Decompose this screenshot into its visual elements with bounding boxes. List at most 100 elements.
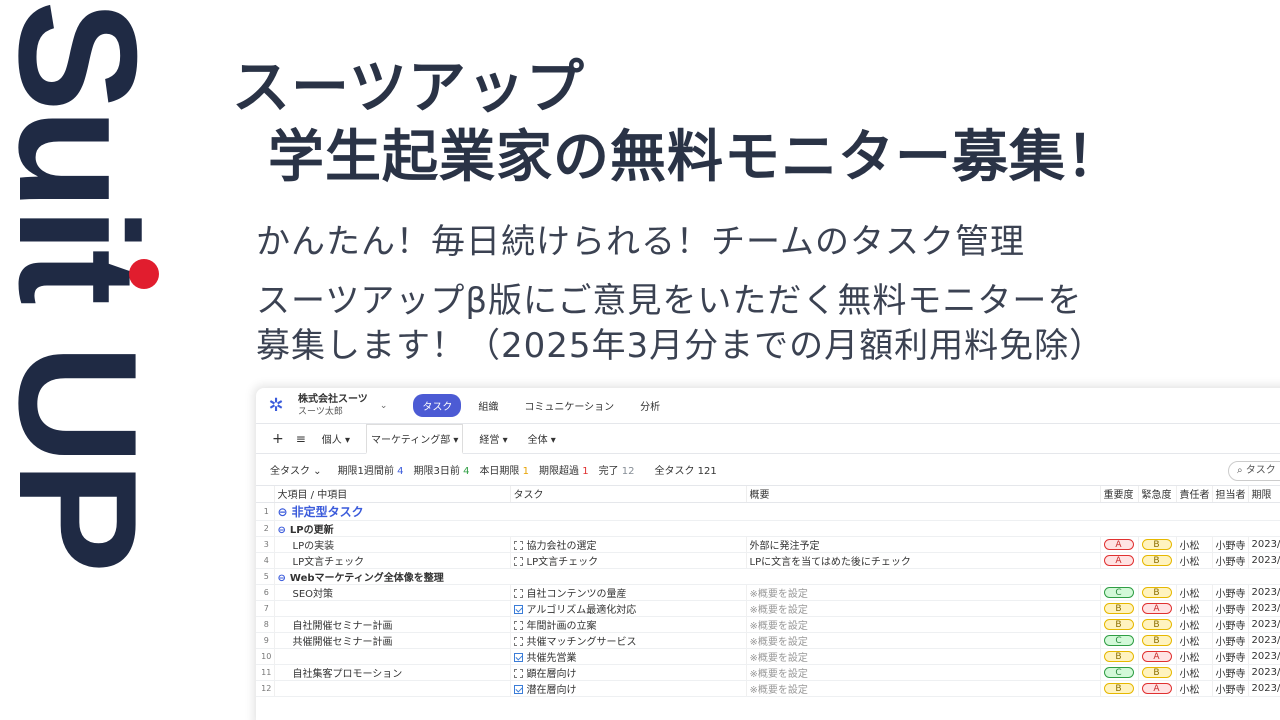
due-cell[interactable]: 2023/03 xyxy=(1248,552,1280,569)
importance-cell[interactable]: A xyxy=(1100,552,1139,569)
task-cell[interactable]: 顕在層向け xyxy=(510,664,747,681)
col-category[interactable]: 大項目 / 中項目 xyxy=(274,486,511,503)
status-today[interactable]: 本日期限 1 xyxy=(479,462,529,477)
importance-cell[interactable]: B xyxy=(1100,648,1139,665)
owner-cell[interactable]: 小松 xyxy=(1176,680,1213,697)
filter-all[interactable]: 全体 ▾ xyxy=(524,425,560,452)
status-week[interactable]: 期限1週間前 4 xyxy=(338,462,404,477)
table-row[interactable]: 7 アルゴリズム最適化対応 ※概要を設定BA 小松小野寺2023/03 xyxy=(256,600,1280,617)
due-cell[interactable]: 2023/03 xyxy=(1248,600,1280,617)
assignee-cell[interactable]: 小野寺 xyxy=(1212,552,1249,569)
filter-management[interactable]: 経営 ▾ xyxy=(475,425,511,452)
owner-cell[interactable]: 小松 xyxy=(1176,536,1213,553)
owner-cell[interactable]: 小松 xyxy=(1176,584,1213,601)
importance-cell[interactable]: C xyxy=(1100,632,1139,649)
due-cell[interactable]: 2023/03 xyxy=(1248,632,1280,649)
nav-organization[interactable]: 組織 xyxy=(469,394,507,417)
table-row[interactable]: 6SEO対策 自社コンテンツの量産 ※概要を設定CB 小松小野寺2023/03 xyxy=(256,584,1280,601)
owner-cell[interactable]: 小松 xyxy=(1176,616,1213,633)
assignee-cell[interactable]: 小野寺 xyxy=(1212,536,1249,553)
task-cell[interactable]: アルゴリズム最適化対応 xyxy=(510,600,747,617)
task-checkbox[interactable] xyxy=(513,636,523,646)
owner-cell[interactable]: 小松 xyxy=(1176,552,1213,569)
owner-cell[interactable]: 小松 xyxy=(1176,664,1213,681)
collapse-icon[interactable]: ⊖ xyxy=(278,573,286,584)
col-importance[interactable]: 重要度 xyxy=(1100,486,1139,503)
due-cell[interactable]: 2023/03 xyxy=(1248,664,1280,681)
col-task[interactable]: タスク xyxy=(510,486,747,503)
summary-cell[interactable]: 外部に発注予定 xyxy=(746,536,1101,553)
add-icon[interactable]: + xyxy=(272,431,284,447)
task-cell[interactable]: 協力会社の選定 xyxy=(510,536,747,553)
task-checkbox[interactable] xyxy=(513,604,523,614)
task-checkbox[interactable] xyxy=(513,620,523,630)
col-summary[interactable]: 概要 xyxy=(746,486,1101,503)
category-cell[interactable]: LP文言チェック xyxy=(274,552,511,569)
due-cell[interactable]: 2023/03 xyxy=(1248,536,1280,553)
summary-cell[interactable]: ※概要を設定 xyxy=(746,584,1101,601)
group-label[interactable]: ⊖ LPの更新 xyxy=(274,520,1280,537)
summary-cell[interactable]: ※概要を設定 xyxy=(746,616,1101,633)
search-input[interactable]: ⌕ タスク xyxy=(1228,461,1280,481)
category-cell[interactable]: 自社開催セミナー計画 xyxy=(274,616,511,633)
importance-cell[interactable]: A xyxy=(1100,536,1139,553)
nav-tasks[interactable]: タスク xyxy=(413,394,462,417)
task-cell[interactable]: LP文言チェック xyxy=(510,552,747,569)
assignee-cell[interactable]: 小野寺 xyxy=(1212,648,1249,665)
category-cell[interactable] xyxy=(274,600,511,617)
filter-personal[interactable]: 個人 ▾ xyxy=(318,425,354,452)
assignee-cell[interactable]: 小野寺 xyxy=(1212,616,1249,633)
table-row[interactable]: 4 LP文言チェック LP文言チェック LPに文言を当てはめた後にチェック A B 小松 小野… xyxy=(256,552,1280,569)
table-row[interactable]: 5 ⊖ Webマーケティング全体像を整理 xyxy=(256,568,1280,585)
table-row[interactable]: 3LPの実装 協力会社の選定 外部に発注予定AB 小松小野寺2023/03 xyxy=(256,536,1280,553)
urgency-cell[interactable]: A xyxy=(1138,648,1177,665)
assignee-cell[interactable]: 小野寺 xyxy=(1212,664,1249,681)
table-row[interactable]: 11自社集客プロモーション 顕在層向け ※概要を設定CB 小松小野寺2023/03 xyxy=(256,664,1280,681)
nav-communication[interactable]: コミュニケーション xyxy=(515,394,623,417)
category-cell[interactable]: 自社集客プロモーション xyxy=(274,664,511,681)
task-cell[interactable]: 潜在層向け xyxy=(510,680,747,697)
assignee-cell[interactable]: 小野寺 xyxy=(1212,680,1249,697)
urgency-cell[interactable]: B xyxy=(1138,632,1177,649)
owner-cell[interactable]: 小松 xyxy=(1176,648,1213,665)
category-cell[interactable]: LPの実装 xyxy=(274,536,511,553)
table-row[interactable]: 1 ⊖ 非定型タスク xyxy=(256,502,1280,521)
category-cell[interactable] xyxy=(274,680,511,697)
urgency-cell[interactable]: B xyxy=(1138,552,1177,569)
table-row[interactable]: 8自社開催セミナー計画年間計画の立案※概要を設定BB小松小野寺2023/03 xyxy=(256,616,1280,633)
company-switcher[interactable]: 株式会社スーツ スーツ太郎 xyxy=(298,394,368,418)
summary-cell[interactable]: ※概要を設定 xyxy=(746,680,1101,697)
assignee-cell[interactable]: 小野寺 xyxy=(1212,600,1249,617)
table-row[interactable]: 12 潜在層向け ※概要を設定BA 小松小野寺2023/03 xyxy=(256,680,1280,697)
task-cell[interactable]: 自社コンテンツの量産 xyxy=(510,584,747,601)
owner-cell[interactable]: 小松 xyxy=(1176,632,1213,649)
urgency-cell[interactable]: B xyxy=(1138,536,1177,553)
urgency-cell[interactable]: A xyxy=(1138,600,1177,617)
urgency-cell[interactable]: A xyxy=(1138,680,1177,697)
task-cell[interactable]: 共催先営業 xyxy=(510,648,747,665)
urgency-cell[interactable]: B xyxy=(1138,616,1177,633)
importance-cell[interactable]: C xyxy=(1100,584,1139,601)
status-done[interactable]: 完了 12 xyxy=(599,462,635,477)
table-row[interactable]: 9 共催開催セミナー計画 共催マッチングサービス ※概要を設定 C B 小松 小野寺 2023/… xyxy=(256,632,1280,649)
col-assignee[interactable]: 担当者 xyxy=(1212,486,1249,503)
summary-cell[interactable]: LPに文言を当てはめた後にチェック xyxy=(746,552,1101,569)
summary-cell[interactable]: ※概要を設定 xyxy=(746,648,1101,665)
urgency-cell[interactable]: B xyxy=(1138,584,1177,601)
chevron-down-icon[interactable]: ⌄ xyxy=(380,401,388,411)
due-cell[interactable]: 2023/03 xyxy=(1248,680,1280,697)
group-label[interactable]: ⊖ Webマーケティング全体像を整理 xyxy=(274,568,1280,585)
table-row[interactable]: 10 共催先営業 ※概要を設定BA 小松小野寺2023/03 xyxy=(256,648,1280,665)
task-checkbox[interactable] xyxy=(513,668,523,678)
col-owner[interactable]: 責任者 xyxy=(1176,486,1213,503)
category-cell[interactable] xyxy=(274,648,511,665)
status-total[interactable]: 全タスク 121 xyxy=(654,462,716,477)
group-label[interactable]: ⊖ 非定型タスク xyxy=(274,502,1280,521)
category-cell[interactable]: SEO対策 xyxy=(274,584,511,601)
nav-analytics[interactable]: 分析 xyxy=(631,394,669,417)
task-cell[interactable]: 共催マッチングサービス xyxy=(510,632,747,649)
task-checkbox[interactable] xyxy=(513,556,523,566)
importance-cell[interactable]: C xyxy=(1100,664,1139,681)
due-cell[interactable]: 2023/03 xyxy=(1248,584,1280,601)
importance-cell[interactable]: B xyxy=(1100,600,1139,617)
